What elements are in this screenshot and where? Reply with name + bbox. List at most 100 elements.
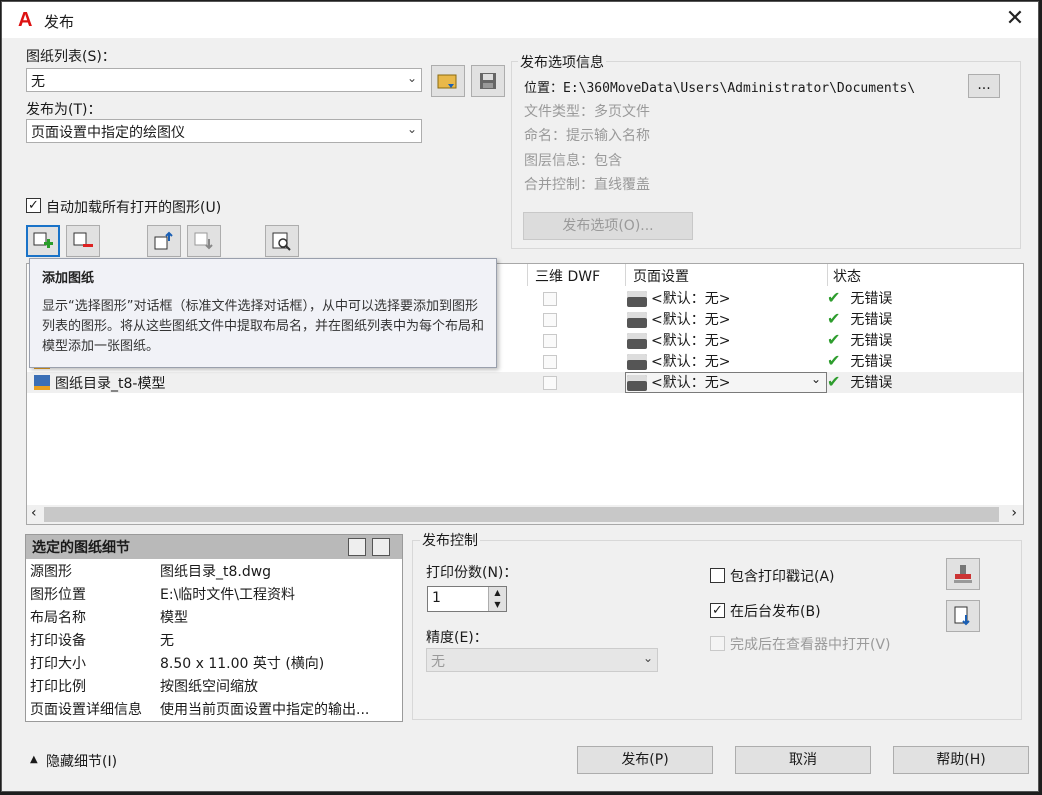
chevron-down-icon: ⌄ — [406, 71, 417, 85]
scroll-left-icon[interactable]: ‹ — [31, 505, 37, 521]
status-cell: ✔ 无错误 — [827, 351, 892, 371]
copies-value: 1 — [432, 590, 441, 606]
add-sheets-tooltip: 添加图纸 显示“选择图形”对话框（标准文件选择对话框），从中可以选择要添加到图形… — [29, 258, 497, 368]
dwf3d-checkbox[interactable] — [543, 355, 557, 369]
check-mark-icon: ✔ — [827, 288, 841, 307]
chevron-down-icon: ⌄ — [406, 122, 417, 136]
spin-up-icon[interactable]: ▲ — [488, 587, 506, 599]
stamp-icon — [954, 565, 972, 583]
move-up-button[interactable] — [147, 225, 181, 257]
col-header-page-setup[interactable]: 页面设置 — [633, 266, 689, 286]
printer-icon — [627, 354, 647, 370]
hide-details-link[interactable]: 隐藏细节(I) — [46, 751, 117, 771]
move-down-button[interactable] — [187, 225, 221, 257]
add-sheets-button[interactable] — [26, 225, 60, 257]
page-setup-cell[interactable]: <默认：无> — [627, 351, 730, 371]
sheet-list-combo[interactable]: 无 ⌄ — [26, 68, 422, 92]
file-type-info: 文件类型：多页文件 — [524, 104, 650, 120]
spin-down-icon[interactable]: ▼ — [488, 599, 506, 611]
move-up-icon — [154, 231, 173, 250]
publish-options-title: 发布选项信息 — [518, 52, 606, 72]
window-title: 发布 — [44, 13, 75, 31]
publish-to-combo[interactable]: 页面设置中指定的绘图仪 ⌄ — [26, 119, 422, 143]
save-sheet-list-button[interactable] — [471, 65, 505, 97]
open-viewer-checkbox[interactable] — [710, 636, 725, 651]
chevron-down-icon: ⌄ — [642, 651, 653, 665]
status-value: 无错误 — [850, 291, 893, 307]
page-setup-value: <默认：无> — [651, 354, 731, 370]
detail-value: E:\临时文件\工程资料 — [160, 587, 295, 603]
title-bar: A 发布 ✕ — [2, 2, 1038, 38]
status-value: 无错误 — [850, 333, 893, 349]
scrollbar-thumb[interactable] — [44, 507, 999, 522]
printer-icon — [627, 312, 647, 328]
auto-load-checkbox[interactable]: ✓ — [26, 198, 41, 213]
publish-to-value: 页面设置中指定的绘图仪 — [31, 125, 185, 141]
sheet-list-value: 无 — [31, 74, 45, 90]
page-setup-cell[interactable]: <默认：无> — [627, 330, 730, 350]
page-setup-cell[interactable]: <默认：无> — [627, 309, 730, 329]
status-value: 无错误 — [850, 375, 893, 391]
precision-combo[interactable]: 无 ⌄ — [426, 648, 658, 672]
copies-label: 打印份数(N)： — [426, 565, 518, 581]
remove-sheets-button[interactable] — [66, 225, 100, 257]
col-header-dwf3d[interactable]: 三维 DWF — [535, 266, 600, 286]
detail-value: 使用当前页面设置中指定的输出... — [160, 702, 370, 718]
stamp-settings-button[interactable] — [946, 558, 980, 590]
include-stamp-checkbox[interactable] — [710, 568, 725, 583]
auto-load-label: 自动加载所有打开的图形(U) — [46, 200, 222, 216]
page-setup-cell[interactable]: <默认：无> — [627, 288, 730, 308]
chevron-down-icon[interactable]: ⌄ — [811, 372, 821, 386]
naming-info: 命名：提示输入名称 — [524, 128, 650, 144]
details-window-icon[interactable] — [348, 538, 366, 556]
page-setup-value: <默认：无> — [651, 333, 731, 349]
page-setup-cell[interactable]: <默认：无> — [627, 372, 730, 392]
printer-icon — [627, 375, 647, 391]
dwf3d-checkbox[interactable] — [543, 313, 557, 327]
check-mark-icon: ✔ — [827, 372, 841, 391]
publish-dialog: A 发布 ✕ 图纸列表(S)： 无 ⌄ 发布为(T)： 页面设置中指定的绘图仪 … — [1, 1, 1039, 792]
collapse-triangle-icon[interactable]: ▲ — [30, 754, 38, 765]
folder-open-icon — [437, 74, 457, 89]
column-separator — [625, 264, 626, 286]
preview-button[interactable] — [265, 225, 299, 257]
include-stamp-label: 包含打印戳记(A) — [730, 569, 835, 585]
printer-icon — [627, 333, 647, 349]
sheet-icon — [34, 375, 50, 390]
horizontal-scrollbar[interactable]: ‹ › — [27, 505, 1023, 524]
precision-value: 无 — [431, 654, 445, 670]
dwf3d-checkbox[interactable] — [543, 334, 557, 348]
status-value: 无错误 — [850, 354, 893, 370]
close-icon[interactable]: ✕ — [1002, 6, 1028, 32]
dwf3d-checkbox[interactable] — [543, 376, 557, 390]
publish-details-button[interactable] — [946, 600, 980, 632]
column-separator — [527, 264, 528, 286]
background-publish-checkbox[interactable]: ✓ — [710, 603, 725, 618]
detail-key: 打印大小 — [30, 656, 86, 672]
move-down-icon — [194, 232, 213, 250]
browse-location-button[interactable]: ... — [968, 74, 1000, 98]
publish-button[interactable]: 发布(P) — [577, 746, 713, 774]
tooltip-title: 添加图纸 — [42, 271, 95, 286]
add-sheet-icon — [33, 232, 53, 248]
dwf3d-checkbox[interactable] — [543, 292, 557, 306]
details-preview-icon[interactable] — [372, 538, 390, 556]
status-cell: ✔ 无错误 — [827, 372, 892, 392]
scroll-right-icon[interactable]: › — [1011, 505, 1017, 521]
check-mark-icon: ✔ — [827, 351, 841, 370]
load-sheet-list-button[interactable] — [431, 65, 465, 97]
help-button[interactable]: 帮助(H) — [893, 746, 1029, 774]
copies-spinner[interactable]: 1 ▲ ▼ — [427, 586, 507, 612]
background-publish-label: 在后台发布(B) — [730, 604, 821, 620]
publish-options-button[interactable]: 发布选项(O)... — [523, 212, 693, 240]
open-viewer-label: 完成后在查看器中打开(V) — [730, 637, 891, 653]
precision-label: 精度(E)： — [426, 630, 488, 646]
col-header-status[interactable]: 状态 — [833, 266, 861, 286]
detail-key: 布局名称 — [30, 610, 86, 626]
detail-value: 图纸目录_t8.dwg — [160, 564, 272, 580]
cancel-button[interactable]: 取消 — [735, 746, 871, 774]
check-mark-icon: ✔ — [827, 309, 841, 328]
details-title: 选定的图纸细节 — [26, 535, 402, 559]
table-row-selected[interactable]: 图纸目录_t8-模型 <默认：无> ⌄ ✔ 无错误 — [27, 372, 1023, 393]
column-separator — [827, 264, 828, 286]
